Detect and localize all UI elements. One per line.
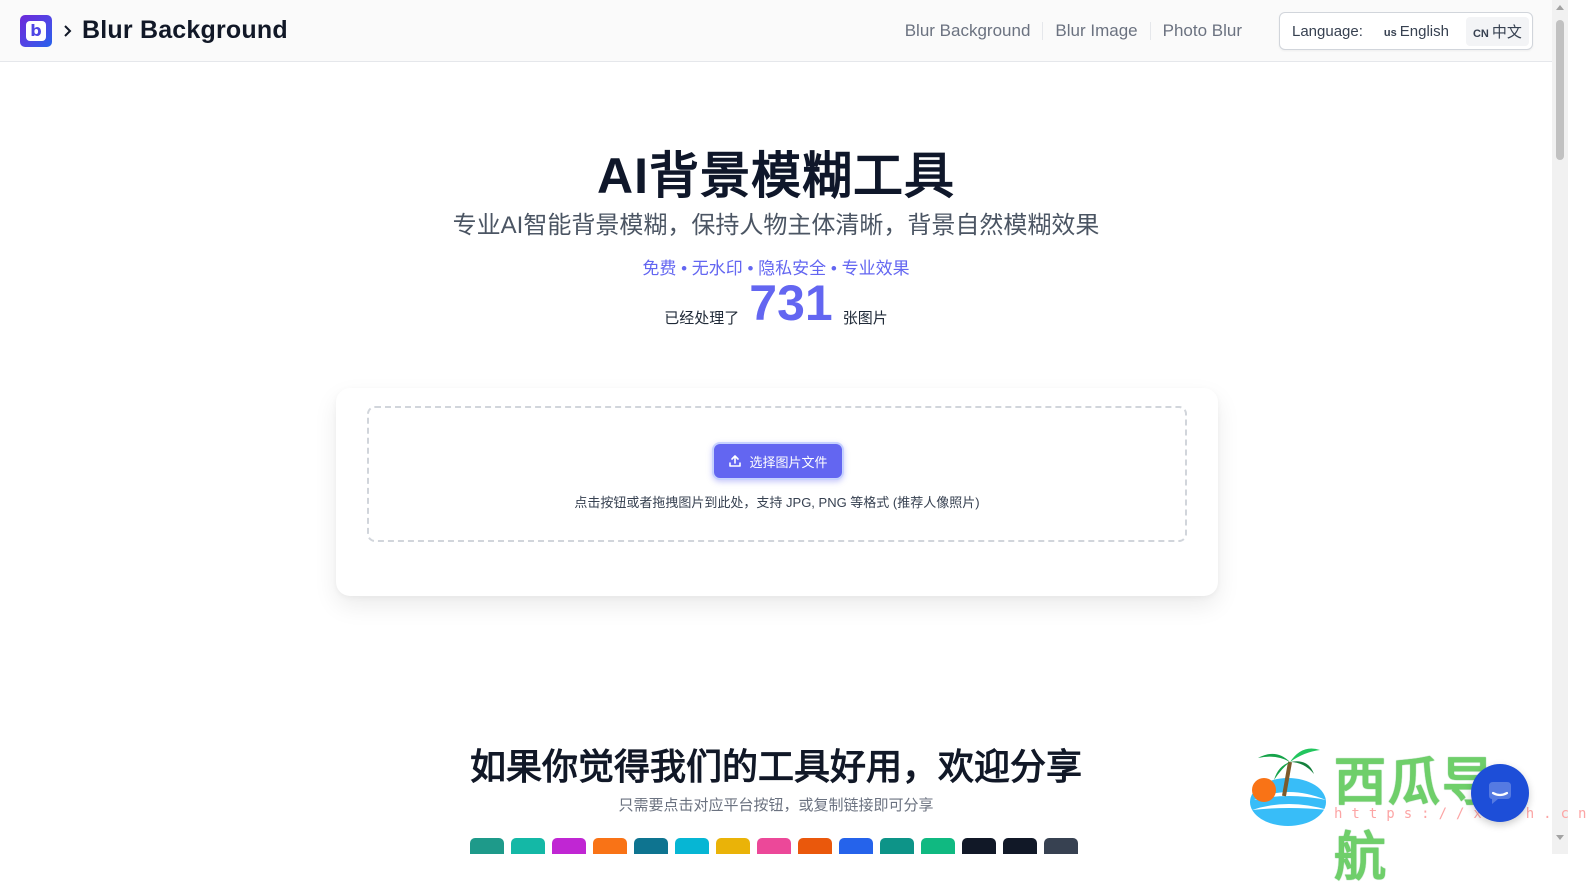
- upload-hint: 点击按钮或者拖拽图片到此处，支持 JPG, PNG 等格式 (推荐人像照片): [574, 495, 980, 510]
- share-platform-button[interactable]: [962, 838, 996, 854]
- share-platform-button[interactable]: [839, 838, 873, 854]
- app-logo[interactable]: b: [20, 14, 52, 47]
- page-subtitle: 专业AI智能背景模糊，保持人物主体清晰，背景自然模糊效果: [452, 212, 1100, 239]
- counter-suffix: 张图片: [842, 310, 888, 327]
- scroll-up-arrow-icon[interactable]: [1556, 5, 1564, 10]
- logo-letter: b: [26, 20, 46, 41]
- language-option-english-label: English: [1399, 22, 1449, 40]
- counter-prefix: 已经处理了: [664, 310, 740, 327]
- share-platform-button[interactable]: [470, 838, 504, 854]
- us-flag-icon: us: [1383, 26, 1397, 39]
- share-platform-button[interactable]: [921, 838, 955, 854]
- upload-card: 选择图片文件 点击按钮或者拖拽图片到此处，支持 JPG, PNG 等格式 (推荐…: [336, 388, 1218, 596]
- processed-counter: 已经处理了 731 张图片: [0, 274, 1552, 332]
- main-nav: Blur Background Blur Image Photo Blur: [893, 0, 1254, 62]
- nav-link-blur-background[interactable]: Blur Background: [893, 22, 1043, 40]
- language-option-chinese[interactable]: CN 中文: [1465, 16, 1529, 46]
- share-platform-button[interactable]: [798, 838, 832, 854]
- scroll-thumb[interactable]: [1556, 20, 1564, 160]
- language-option-english[interactable]: us English: [1377, 19, 1456, 44]
- watermark-url: https://xgdh.cn: [1334, 806, 1590, 822]
- language-switcher: Language: us English CN 中文: [1279, 12, 1533, 50]
- share-platform-button[interactable]: [880, 838, 914, 854]
- upload-icon: [729, 455, 742, 467]
- scroll-down-arrow-icon[interactable]: [1556, 835, 1564, 840]
- brand[interactable]: b Blur Background: [20, 14, 288, 47]
- top-header: b Blur Background Blur Background Blur I…: [0, 0, 1552, 62]
- upload-dropzone[interactable]: 选择图片文件 点击按钮或者拖拽图片到此处，支持 JPG, PNG 等格式 (推荐…: [367, 406, 1187, 542]
- language-option-chinese-label: 中文: [1491, 23, 1522, 41]
- chat-icon: [1489, 782, 1511, 804]
- share-platform-button[interactable]: [593, 838, 627, 854]
- nav-link-blur-image[interactable]: Blur Image: [1042, 22, 1149, 40]
- select-image-button[interactable]: 选择图片文件: [712, 442, 844, 480]
- share-platform-button[interactable]: [757, 838, 791, 854]
- counter-value: 731: [749, 275, 833, 331]
- chevron-right-icon: [64, 24, 72, 37]
- page-scrollbar[interactable]: [1552, 0, 1568, 854]
- share-platform-button[interactable]: [1003, 838, 1037, 854]
- select-image-button-label: 选择图片文件: [749, 454, 828, 470]
- language-label: Language:: [1292, 22, 1363, 40]
- brand-title[interactable]: Blur Background: [82, 16, 288, 45]
- share-platform-button[interactable]: [634, 838, 668, 854]
- share-platform-button[interactable]: [511, 838, 545, 854]
- share-platform-button[interactable]: [1044, 838, 1078, 854]
- share-platform-button[interactable]: [675, 838, 709, 854]
- share-platform-button[interactable]: [552, 838, 586, 854]
- chat-button[interactable]: [1471, 764, 1529, 822]
- cn-flag-icon: CN: [1472, 27, 1489, 40]
- share-buttons: [470, 838, 1085, 854]
- nav-link-photo-blur[interactable]: Photo Blur: [1149, 22, 1254, 40]
- palm-island-logo-icon: [1250, 748, 1328, 826]
- share-platform-button[interactable]: [716, 838, 750, 854]
- page-title: AI背景模糊工具: [597, 148, 955, 204]
